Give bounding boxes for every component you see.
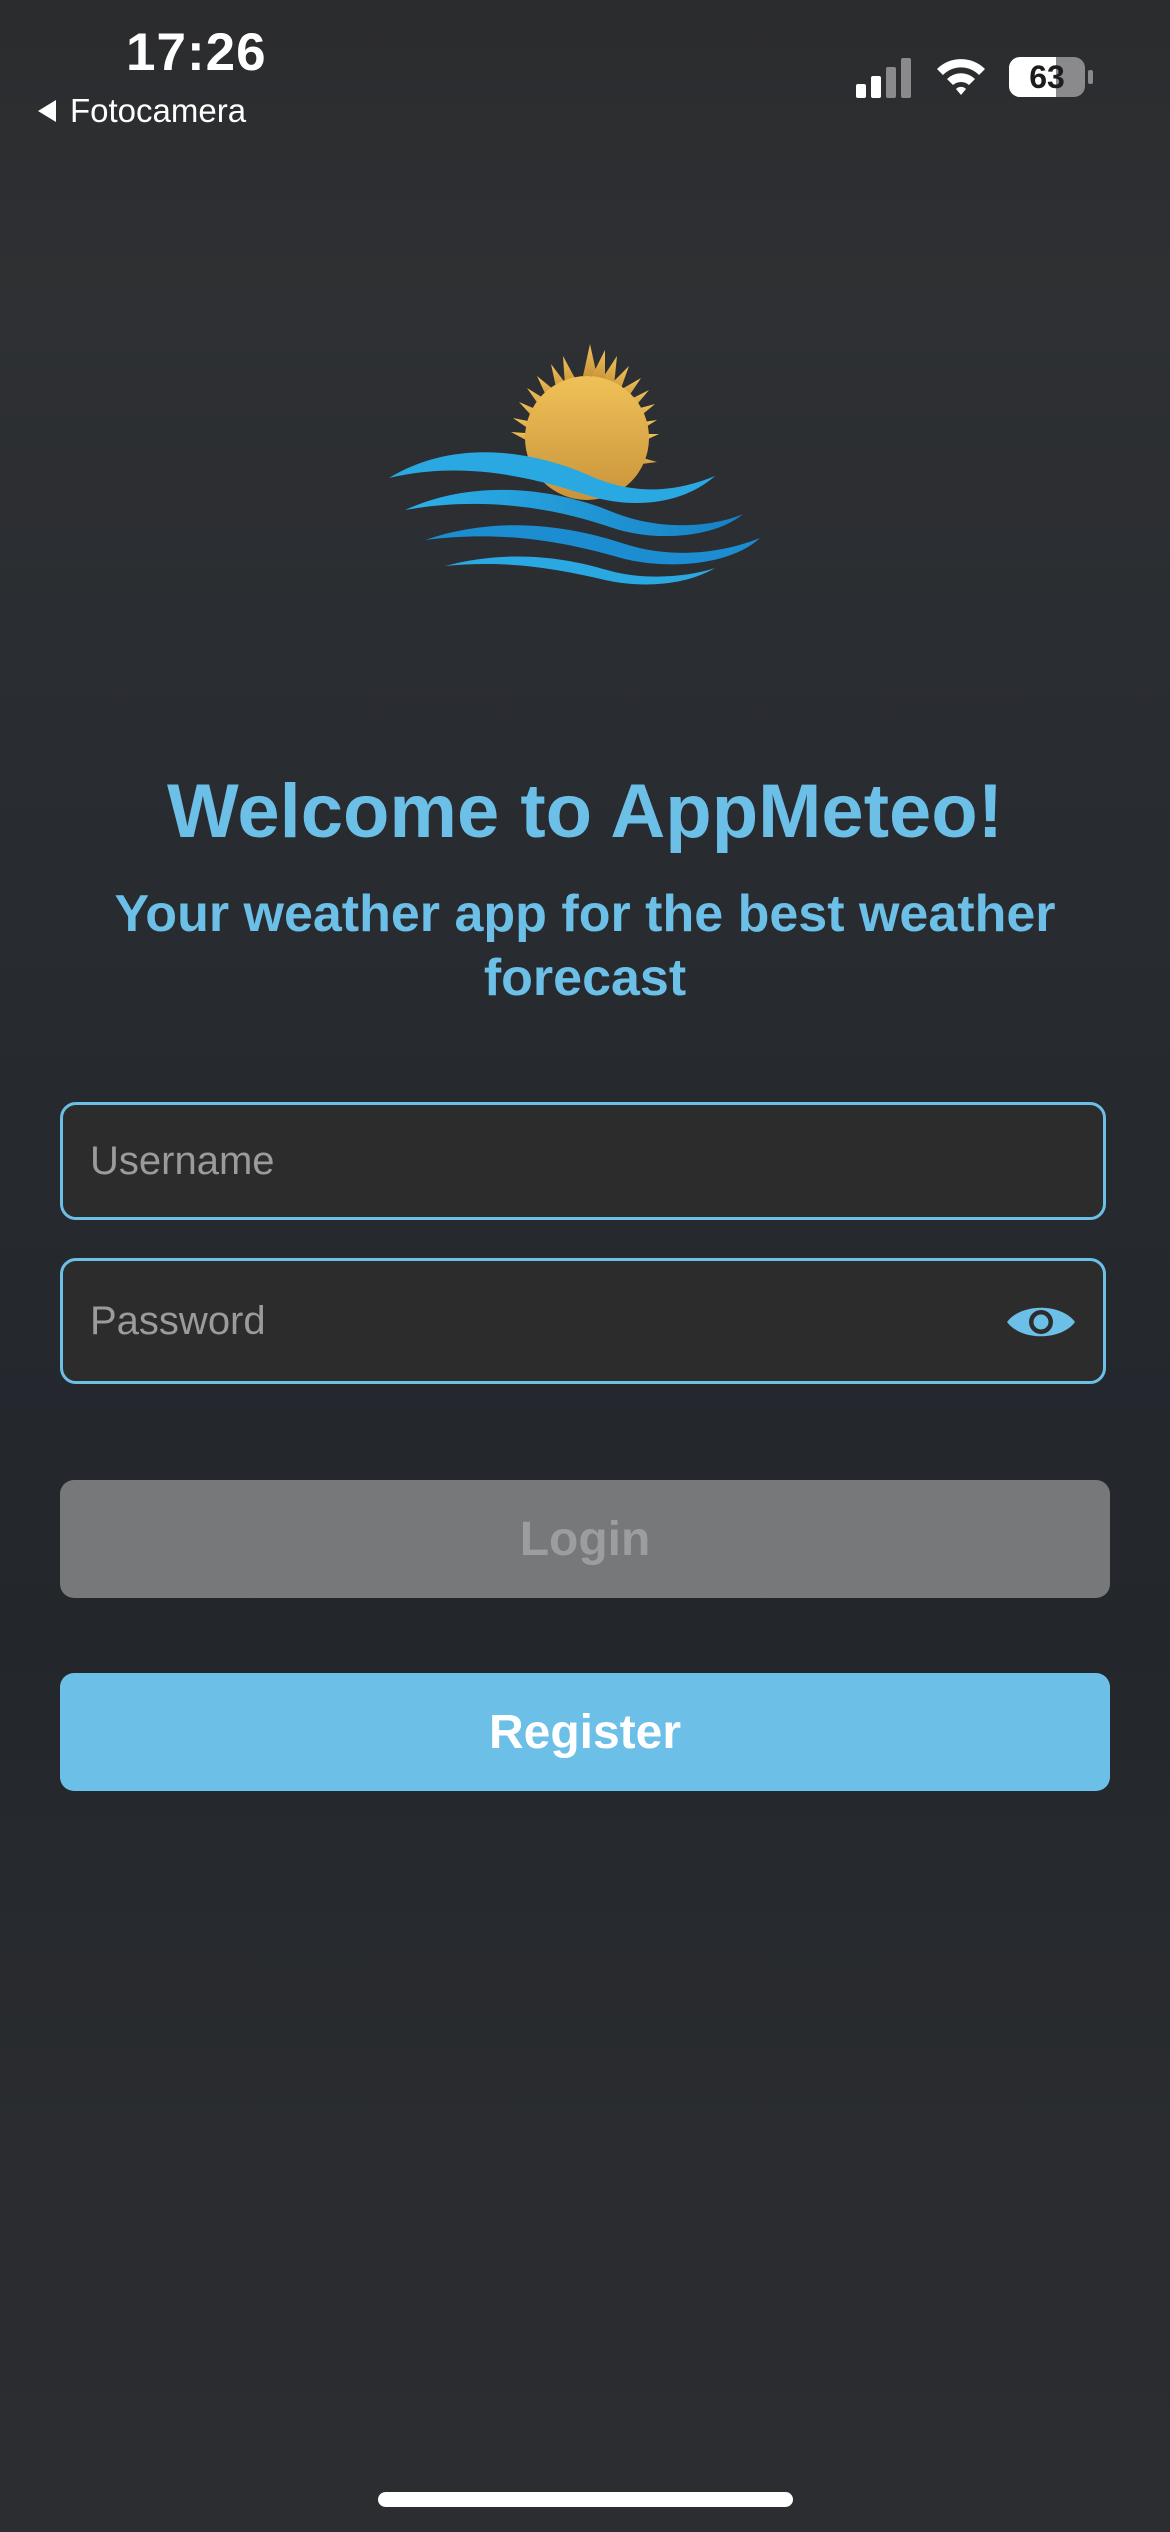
password-input[interactable]: [88, 1261, 983, 1381]
battery-percent: 63: [1029, 58, 1065, 95]
register-button[interactable]: Register: [60, 1673, 1110, 1791]
welcome-title: Welcome to AppMeteo!: [166, 769, 1004, 854]
home-indicator[interactable]: [378, 2492, 793, 2507]
login-button[interactable]: Login: [60, 1480, 1110, 1598]
wifi-icon: [937, 59, 985, 95]
sun-over-waves-logo: [389, 344, 760, 585]
username-input[interactable]: [88, 1105, 983, 1217]
status-time: 17:26: [126, 23, 267, 82]
password-field[interactable]: [60, 1258, 1106, 1384]
battery-icon: 63: [1008, 56, 1094, 98]
cellular-signal-icon: [856, 58, 911, 98]
eye-icon[interactable]: [1005, 1299, 1077, 1345]
back-triangle-icon: [38, 100, 56, 122]
welcome-subtitle: Your weather app for the best weather fo…: [114, 885, 1056, 1007]
back-app-label: Fotocamera: [70, 92, 247, 129]
back-to-app-link[interactable]: Fotocamera: [38, 92, 246, 130]
username-field[interactable]: [60, 1102, 1106, 1220]
